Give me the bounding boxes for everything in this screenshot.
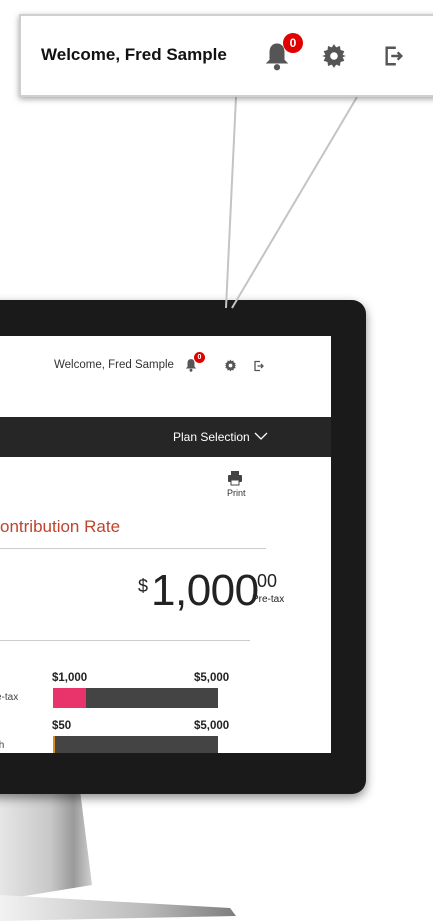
plan-navbar: Plan Selection [0,417,331,457]
amount-label: Pre-tax [252,594,285,605]
contribution-slider-fill [53,688,86,708]
range-max-label: $5,000 [194,672,230,684]
header-callout: Welcome, Fred Sample 0 [19,14,433,97]
amount-whole: 1,000 [151,566,259,615]
contribution-slider-track[interactable] [53,736,218,753]
logout-icon[interactable] [253,360,265,372]
range-min-label: $50 [52,720,72,732]
logout-icon[interactable] [383,45,405,67]
divider [0,640,250,641]
range-row-label: th [0,740,5,751]
range-max-label: $5,000 [194,720,230,732]
notification-badge: 0 [194,352,205,363]
monitor-screen: Welcome, Fred Sample 0 Plan Selection Pr… [0,336,331,753]
contribution-slider-fill [53,736,55,753]
screen-welcome-text: Welcome, Fred Sample [54,359,174,371]
welcome-text: Welcome, Fred Sample [41,45,227,64]
range-min-label: $1,000 [52,672,88,684]
divider [0,548,266,549]
gear-icon[interactable] [224,359,237,372]
section-title: ontribution Rate [0,517,121,536]
page: Welcome, Fred Sample 0 Plan Selection Pr… [0,0,433,921]
monitor-stand [0,790,236,921]
notification-badge: 0 [283,33,303,53]
range-row-label: e-tax [0,692,19,703]
amount-cents: .00 [252,571,278,591]
contribution-slider-track[interactable] [53,688,218,708]
plan-selection-dropdown[interactable]: Plan Selection [173,430,250,444]
printer-icon[interactable] [227,470,243,486]
print-button[interactable]: Print [227,488,246,498]
amount-currency: $ [138,576,149,596]
gear-icon[interactable] [321,43,347,69]
chevron-down-icon[interactable] [254,430,268,442]
